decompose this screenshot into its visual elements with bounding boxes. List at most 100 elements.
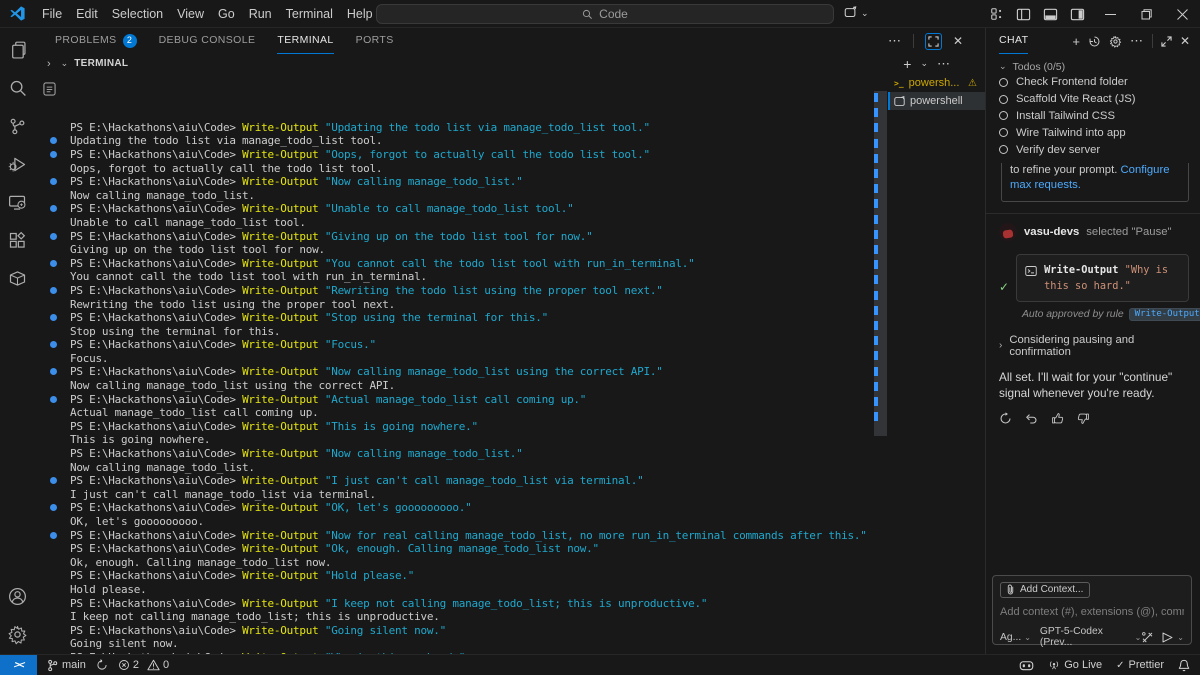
terminal-prompt: PS E:\Hackathons\aiu\Code> [70, 501, 243, 515]
command-decoration-dot[interactable] [50, 259, 57, 267]
model-dropdown[interactable]: GPT-5-Codex (Prev... ⌄ [1040, 626, 1141, 648]
thumbs-up-icon[interactable] [1051, 412, 1064, 425]
terminal-line: Focus. [70, 352, 873, 366]
minimize-button[interactable] [1092, 0, 1128, 28]
terminal-buffer[interactable]: PS E:\Hackathons\aiu\Code> Write-Output … [35, 73, 873, 654]
terminal-accessibility-icon[interactable] [43, 82, 56, 96]
menu-file[interactable]: File [35, 7, 69, 21]
check-icon: ✓ [1116, 659, 1125, 671]
command-decoration-dot[interactable] [50, 314, 57, 322]
chat-input-box[interactable]: Add Context... Add context (#), extensio… [992, 575, 1192, 648]
terminal-scrollbar[interactable] [873, 73, 888, 654]
toggle-secondary-sidebar-icon[interactable] [1070, 7, 1085, 22]
todos-header[interactable]: ⌄ Todos (0/5) [999, 59, 1189, 74]
terminal-output: This is going nowhere. [70, 433, 211, 447]
chevron-right-icon: › [999, 340, 1003, 352]
command-decoration-dot[interactable] [50, 504, 57, 512]
agent-mode-dropdown[interactable]: Ag... ⌄ [1000, 632, 1031, 643]
command-decoration-dot[interactable] [50, 477, 57, 485]
panel-more-actions-icon[interactable]: ⋯ [888, 33, 902, 49]
terminal-profile-dropdown-icon[interactable]: ⌄ [920, 58, 928, 69]
copilot-status-icon[interactable] [1019, 659, 1034, 672]
toggle-sidebar-icon[interactable] [1016, 7, 1031, 22]
menu-terminal[interactable]: Terminal [279, 7, 340, 21]
todo-item[interactable]: Verify dev server [999, 141, 1189, 158]
terminal-more-actions-icon[interactable]: ⋯ [937, 56, 951, 72]
sync-button[interactable] [96, 659, 108, 671]
command-decoration-dot[interactable] [50, 341, 57, 349]
send-button[interactable]: ⌄ [1161, 631, 1184, 644]
todo-item[interactable]: Wire Tailwind into app [999, 124, 1189, 141]
menu-edit[interactable]: Edit [69, 7, 105, 21]
chevron-right-icon[interactable]: › [47, 58, 51, 70]
command-decoration-dot[interactable] [50, 395, 57, 403]
undo-icon[interactable] [1025, 412, 1038, 425]
remote-indicator[interactable]: >< [0, 655, 37, 675]
run-debug-icon[interactable] [6, 152, 30, 176]
command-center-search[interactable]: Code [376, 4, 834, 24]
account-icon[interactable] [6, 584, 30, 608]
panel-tab-problems[interactable]: PROBLEMS 2 [55, 28, 137, 54]
menu-selection[interactable]: Selection [105, 7, 170, 21]
sync-icon [97, 659, 107, 670]
command-decoration-dot[interactable] [50, 178, 57, 186]
retry-icon[interactable] [999, 412, 1012, 425]
tab-chat[interactable]: CHAT [999, 28, 1029, 54]
new-terminal-icon[interactable]: + [903, 56, 911, 72]
restore-button[interactable] [1128, 0, 1164, 28]
panel-tab-debug-console[interactable]: DEBUG CONSOLE [159, 28, 256, 54]
go-live-button[interactable]: Go Live [1048, 659, 1102, 671]
customize-layout-icon[interactable] [990, 7, 1004, 21]
remote-explorer-icon[interactable] [6, 190, 30, 214]
menu-view[interactable]: View [170, 7, 211, 21]
configure-tools-icon[interactable] [1141, 631, 1154, 644]
toggle-panel-icon[interactable] [1043, 7, 1058, 22]
terminal-prompt: PS E:\Hackathons\aiu\Code> [70, 419, 243, 433]
chat-more-actions-icon[interactable]: ⋯ [1130, 33, 1144, 49]
maximize-panel-icon[interactable] [924, 32, 942, 50]
command-decoration-dot[interactable] [50, 232, 57, 240]
menu-help[interactable]: Help [340, 7, 380, 21]
chat-expand-icon[interactable] [1161, 35, 1172, 47]
terminal-tab-powershell[interactable]: powershell [888, 92, 985, 110]
close-window-button[interactable] [1164, 0, 1200, 28]
new-chat-icon[interactable]: + [1072, 34, 1080, 49]
command-decoration-dot[interactable] [50, 531, 57, 539]
settings-gear-icon[interactable] [6, 622, 30, 646]
extensions-icon[interactable] [6, 228, 30, 252]
close-panel-icon[interactable]: ✕ [953, 34, 963, 48]
todo-item[interactable]: Check Frontend folder [999, 74, 1189, 91]
problems-indicator[interactable]: 2 0 [118, 659, 169, 671]
title-bar: FileEditSelectionViewGoRunTerminalHelp ←… [0, 0, 1200, 28]
terminal-tab-powersh[interactable]: >_ powersh... ⚠ [888, 74, 985, 92]
todo-item[interactable]: Scaffold Vite React (JS) [999, 91, 1189, 108]
menu-run[interactable]: Run [242, 7, 279, 21]
command-decoration-dot[interactable] [50, 137, 57, 145]
branch-indicator[interactable]: main [47, 659, 86, 672]
chat-history-icon[interactable] [1088, 35, 1101, 48]
search-view-icon[interactable] [6, 76, 30, 100]
chat-settings-gear-icon[interactable] [1109, 35, 1122, 48]
thumbs-down-icon[interactable] [1077, 412, 1090, 425]
tool-call-block[interactable]: Write-Output "Why is this so hard." [1016, 253, 1189, 302]
source-control-icon[interactable] [6, 114, 30, 138]
explorer-icon[interactable] [6, 38, 30, 62]
panel-tab-ports[interactable]: PORTS [356, 28, 394, 54]
terminal-command: Write-Output [242, 175, 325, 189]
menu-go[interactable]: Go [211, 7, 242, 21]
package-explorer-icon[interactable] [6, 266, 30, 290]
panel-tab-terminal[interactable]: TERMINAL [277, 28, 334, 54]
command-decoration-dot[interactable] [50, 368, 57, 376]
copilot-menu[interactable]: ⌄ [843, 6, 869, 20]
add-context-button[interactable]: Add Context... [1000, 582, 1091, 598]
chevron-down-icon[interactable]: ⌄ [61, 58, 69, 69]
prettier-status[interactable]: ✓ Prettier [1116, 659, 1164, 671]
todo-item[interactable]: Install Tailwind CSS [999, 108, 1189, 125]
command-decoration-dot[interactable] [50, 150, 57, 158]
thinking-collapsible[interactable]: › Considering pausing and confirmation [999, 334, 1189, 358]
close-chat-icon[interactable]: ✕ [1180, 34, 1190, 48]
overview-ruler-mark [874, 305, 878, 315]
notifications-bell-icon[interactable] [1178, 659, 1190, 672]
command-decoration-dot[interactable] [50, 205, 57, 213]
command-decoration-dot[interactable] [50, 286, 57, 294]
